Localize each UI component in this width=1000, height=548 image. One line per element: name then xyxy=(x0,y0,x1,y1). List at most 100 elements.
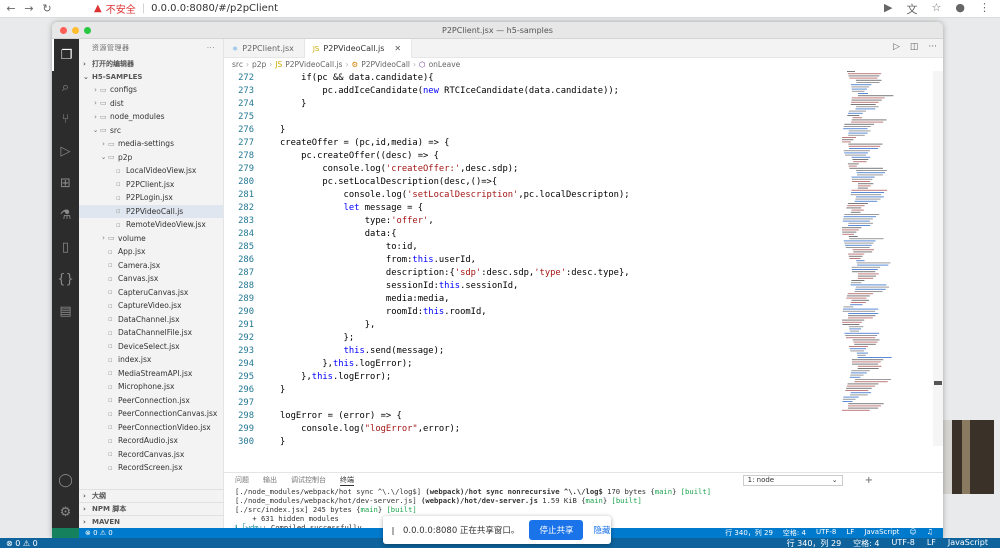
tree-file[interactable]: ▫ PeerConnection.jsx xyxy=(79,394,223,408)
code-line[interactable]: 274 } xyxy=(224,97,824,110)
more-actions-icon[interactable]: ··· xyxy=(207,44,215,52)
maven-section[interactable]: › MAVEN xyxy=(79,515,224,528)
tree-file[interactable]: ▫ CaptureVideo.jsx xyxy=(79,299,223,313)
code-line[interactable]: 299 console.log("logError" ,error); xyxy=(224,422,824,435)
more-icon[interactable]: ··· xyxy=(928,42,937,52)
code-line[interactable]: 287 description:{'sdp':desc.sdp,'type':d… xyxy=(224,266,824,279)
video-icon[interactable]: ▶ xyxy=(884,1,892,17)
code-line[interactable]: 288 sessionId: this .sessionId, xyxy=(224,279,824,292)
open-editors-section[interactable]: › 打开的编辑器 xyxy=(79,57,223,70)
cursor-position[interactable]: 行 340，列 29 xyxy=(725,528,773,538)
code-line[interactable]: 277 createOffer = (pc,id,media) => { xyxy=(224,136,824,149)
tree-file[interactable]: ▫ App.jsx xyxy=(79,245,223,259)
code-line[interactable]: 300} xyxy=(224,435,824,448)
minimize-window-icon[interactable] xyxy=(72,27,79,34)
tree-file[interactable]: ▫ DataChannel.jsx xyxy=(79,313,223,327)
tree-folder[interactable]: › ▭ node_modules xyxy=(79,110,223,124)
scrollbar-thumb[interactable] xyxy=(934,381,942,385)
code-line[interactable]: 291 }, xyxy=(224,318,824,331)
search-icon[interactable]: ⌕ xyxy=(52,71,79,103)
code-line[interactable]: 293 this .send(message); xyxy=(224,344,824,357)
code-line[interactable]: 278 pc.createOffer((desc) => { xyxy=(224,149,824,162)
tree-file[interactable]: ▫ DeviceSelect.jsx xyxy=(79,340,223,354)
code-line[interactable]: 283 type:'offer', xyxy=(224,214,824,227)
close-tab-icon[interactable]: ✕ xyxy=(394,44,401,53)
remote-indicator[interactable] xyxy=(52,528,79,538)
encoding[interactable]: UTF-8 xyxy=(816,528,836,538)
close-window-icon[interactable] xyxy=(60,27,67,34)
breadcrumb-item[interactable]: p2p xyxy=(252,60,266,69)
code-line[interactable]: 279 console.log('createOffer:' ,desc.sdp)… xyxy=(224,162,824,175)
tree-folder[interactable]: ⌄ ▭ src xyxy=(79,124,223,138)
code-line[interactable]: 297 xyxy=(224,396,824,409)
minimap[interactable] xyxy=(836,71,906,431)
account-icon[interactable]: ● xyxy=(955,1,965,17)
breadcrumb-item[interactable]: P2PVideoCall xyxy=(361,60,410,69)
tree-folder[interactable]: › ▭ volume xyxy=(79,232,223,246)
tab-p2pvideocall[interactable]: JS P2PVideoCall.js ✕ xyxy=(304,39,413,58)
tree-file[interactable]: ▫ MediaStreamAPI.jsx xyxy=(79,367,223,381)
code-line[interactable]: 276} xyxy=(224,123,824,136)
terminal-select[interactable]: 1: node ⌄ xyxy=(742,474,843,486)
stop-sharing-button[interactable]: 停止共享 xyxy=(529,520,584,540)
warning-icon[interactable]: ▲ xyxy=(94,3,102,14)
json-icon[interactable]: {} xyxy=(52,263,79,295)
maximize-window-icon[interactable] xyxy=(84,27,91,34)
code-line[interactable]: 282 let message = { xyxy=(224,201,824,214)
tab-problems[interactable]: 问题 xyxy=(235,475,249,485)
source-control-icon[interactable]: ⑂ xyxy=(52,103,79,135)
split-editor-icon[interactable]: ◫ xyxy=(910,42,919,52)
tab-debug-console[interactable]: 调试控制台 xyxy=(291,475,326,485)
code-line[interactable]: 298 logError = (error) => { xyxy=(224,409,824,422)
code-line[interactable]: 273 pc.addIceCandidate(new RTCIceCandida… xyxy=(224,84,824,97)
book-icon[interactable]: ▯ xyxy=(52,231,79,263)
outline-section[interactable]: › 大纲 xyxy=(79,489,224,502)
tree-file[interactable]: ▫ LocalVideoView.jsx xyxy=(79,164,223,178)
npm-scripts-section[interactable]: › NPM 脚本 xyxy=(79,502,224,515)
hide-button[interactable]: 隐藏 xyxy=(593,524,610,536)
tree-file[interactable]: ▫ DataChannelFile.jsx xyxy=(79,326,223,340)
explorer-icon[interactable]: ❐ xyxy=(52,39,79,71)
tree-folder[interactable]: › ▭ dist xyxy=(79,97,223,111)
tab-terminal[interactable]: 终端 xyxy=(340,475,354,486)
code-line[interactable]: 295 }, this .logError); xyxy=(224,370,824,383)
run-icon[interactable]: ▷ xyxy=(893,42,900,52)
tree-file[interactable]: ▫ RecordAudio.jsx xyxy=(79,434,223,448)
tree-file[interactable]: ▫ RecordScreen.jsx xyxy=(79,461,223,475)
settings-gear-icon[interactable]: ⚙ xyxy=(52,496,79,528)
database-icon[interactable]: ▤ xyxy=(52,295,79,327)
code-line[interactable]: 296} xyxy=(224,383,824,396)
tree-file[interactable]: ▫ PeerConnectionVideo.jsx xyxy=(79,421,223,435)
code-line[interactable]: 294 }, this .logError); xyxy=(224,357,824,370)
editor-scrollbar[interactable] xyxy=(933,71,943,446)
tree-file[interactable]: ▫ P2PClient.jsx xyxy=(79,178,223,192)
forward-icon[interactable]: → xyxy=(22,2,36,15)
translate-icon[interactable]: 文 xyxy=(907,1,918,17)
breadcrumb-item[interactable]: src xyxy=(232,60,243,69)
tree-file[interactable]: ▫ Canvas.jsx xyxy=(79,272,223,286)
bell-icon[interactable]: ♫ xyxy=(927,528,933,538)
tab-output[interactable]: 输出 xyxy=(263,475,277,485)
tree-folder[interactable]: › ▭ configs xyxy=(79,83,223,97)
feedback-icon[interactable]: ☺ xyxy=(909,528,916,538)
breadcrumb-item[interactable]: P2PVideoCall.js xyxy=(285,60,342,69)
code-line[interactable]: 285 to:id, xyxy=(224,240,824,253)
tree-file[interactable]: ▫ index.jsx xyxy=(79,353,223,367)
address-bar[interactable]: 0.0.0.0:8080/#/p2pClient xyxy=(151,3,278,14)
code-line[interactable]: 272 if(pc && data.candidate){ xyxy=(224,71,824,84)
menu-icon[interactable]: ⋮ xyxy=(979,1,990,17)
code-line[interactable]: 286 from: this .userId, xyxy=(224,253,824,266)
code-line[interactable]: 275 xyxy=(224,110,824,123)
code-line[interactable]: 290 roomId: this .roomId, xyxy=(224,305,824,318)
code-line[interactable]: 284 data:{ xyxy=(224,227,824,240)
tab-p2pclient[interactable]: ⚛ P2PClient.jsx xyxy=(224,39,305,58)
star-icon[interactable]: ☆ xyxy=(932,1,942,17)
code-line[interactable]: 281 console.log('setLocalDescription' ,pc… xyxy=(224,188,824,201)
account-icon[interactable]: ◯ xyxy=(52,464,79,496)
tree-file[interactable]: ▫ RemoteVideoView.jsx xyxy=(79,218,223,232)
tree-file[interactable]: ▫ P2PLogin.jsx xyxy=(79,191,223,205)
tree-file[interactable]: ▫ CapteruCanvas.jsx xyxy=(79,286,223,300)
tree-file[interactable]: ▫ Microphone.jsx xyxy=(79,380,223,394)
tree-folder[interactable]: › ▭ media-settings xyxy=(79,137,223,151)
code-line[interactable]: 280 pc.setLocalDescription(desc,()=>{ xyxy=(224,175,824,188)
